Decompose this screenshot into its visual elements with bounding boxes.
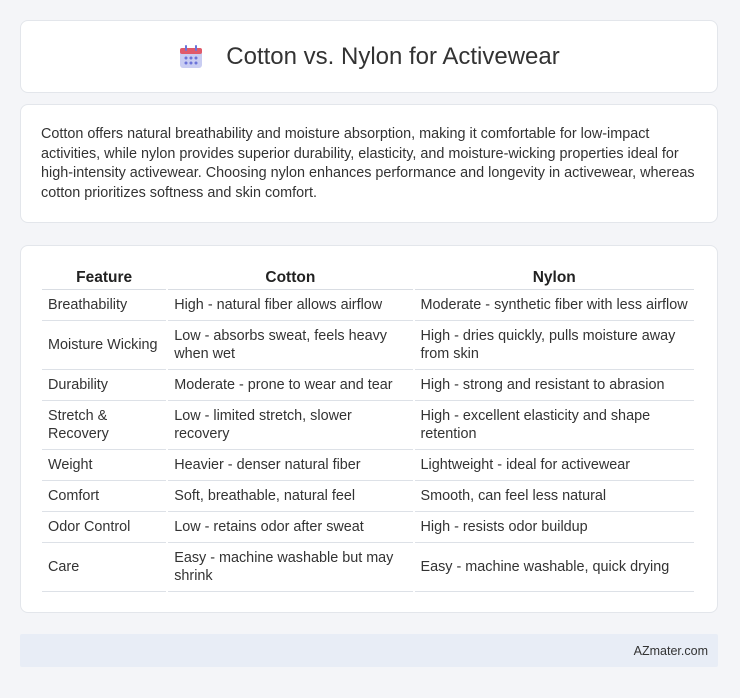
summary-text: Cotton offers natural breathability and … (41, 126, 695, 201)
table-row: Care Easy - machine washable but may shr… (42, 543, 694, 592)
calendar-icon (178, 44, 204, 70)
cotton-cell: Easy - machine washable but may shrink (168, 543, 413, 592)
comparison-table: Feature Cotton Nylon Breathability High … (40, 267, 696, 592)
cotton-cell: Heavier - denser natural fiber (168, 450, 413, 481)
nylon-cell: Moderate - synthetic fiber with less air… (414, 290, 694, 321)
page-title: Cotton vs. Nylon for Activewear (226, 42, 560, 70)
table-row: Breathability High - natural fiber allow… (42, 290, 694, 321)
feature-cell: Care (42, 543, 167, 592)
feature-cell: Breathability (42, 290, 167, 321)
header-nylon: Nylon (414, 267, 694, 290)
cotton-cell: Soft, breathable, natural feel (168, 481, 413, 512)
cotton-cell: Low - absorbs sweat, feels heavy when we… (168, 321, 413, 370)
nylon-cell: Smooth, can feel less natural (414, 481, 694, 512)
nylon-cell: Easy - machine washable, quick drying (414, 543, 694, 592)
nylon-cell: High - strong and resistant to abrasion (414, 370, 694, 401)
comparison-table-card: Feature Cotton Nylon Breathability High … (20, 245, 718, 613)
header-feature: Feature (42, 267, 167, 290)
nylon-cell: High - dries quickly, pulls moisture awa… (414, 321, 694, 370)
title-card: Cotton vs. Nylon for Activewear (20, 20, 718, 93)
table-row: Stretch & Recovery Low - limited stretch… (42, 401, 694, 450)
header-cotton: Cotton (168, 267, 413, 290)
feature-cell: Comfort (42, 481, 167, 512)
table-row: Odor Control Low - retains odor after sw… (42, 512, 694, 543)
table-header-row: Feature Cotton Nylon (42, 267, 694, 290)
table-row: Comfort Soft, breathable, natural feel S… (42, 481, 694, 512)
feature-cell: Odor Control (42, 512, 167, 543)
table-row: Weight Heavier - denser natural fiber Li… (42, 450, 694, 481)
feature-cell: Moisture Wicking (42, 321, 167, 370)
table-row: Moisture Wicking Low - absorbs sweat, fe… (42, 321, 694, 370)
nylon-cell: Lightweight - ideal for activewear (414, 450, 694, 481)
nylon-cell: High - excellent elasticity and shape re… (414, 401, 694, 450)
cotton-cell: High - natural fiber allows airflow (168, 290, 413, 321)
feature-cell: Durability (42, 370, 167, 401)
feature-cell: Weight (42, 450, 167, 481)
cotton-cell: Low - limited stretch, slower recovery (168, 401, 413, 450)
feature-cell: Stretch & Recovery (42, 401, 167, 450)
summary-card: Cotton offers natural breathability and … (20, 104, 718, 223)
cotton-cell: Moderate - prone to wear and tear (168, 370, 413, 401)
table-row: Durability Moderate - prone to wear and … (42, 370, 694, 401)
cotton-cell: Low - retains odor after sweat (168, 512, 413, 543)
footer-credit: AZmater.com (633, 643, 708, 658)
nylon-cell: High - resists odor buildup (414, 512, 694, 543)
footer: AZmater.com (20, 634, 718, 667)
